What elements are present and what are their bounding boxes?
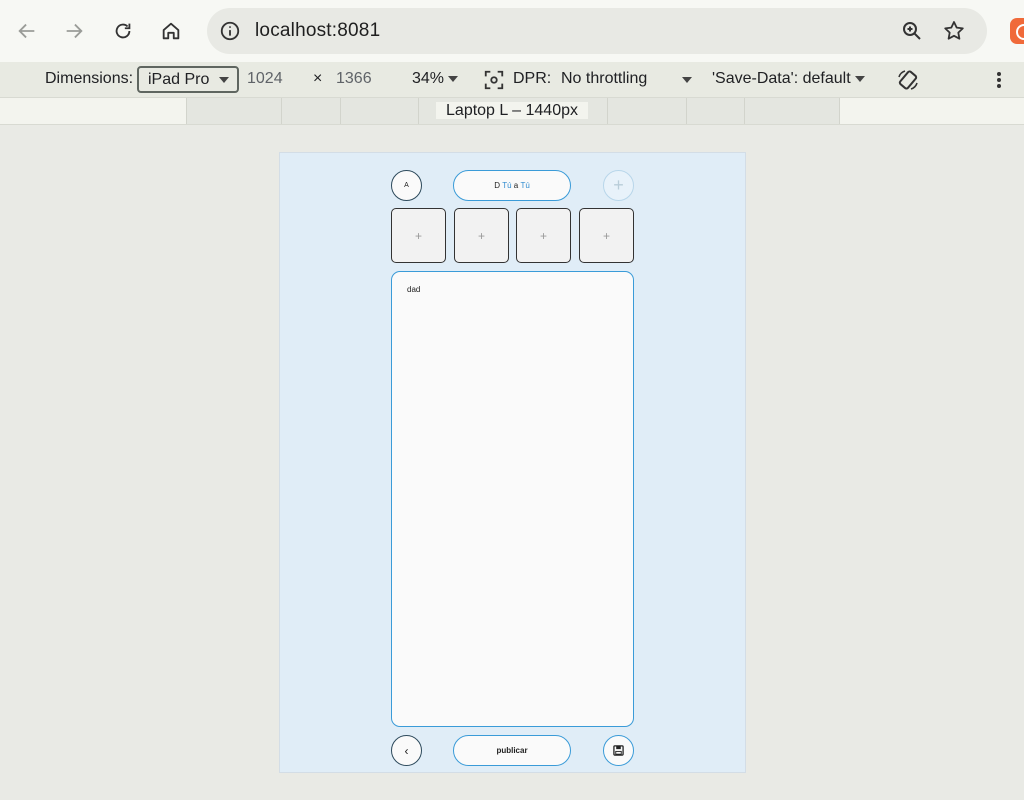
- title-from: Tú: [502, 181, 512, 190]
- throttling-value: No throttling: [561, 70, 648, 87]
- address-bar[interactable]: localhost:8081: [207, 8, 987, 54]
- media-query-ruler: Laptop L – 1440px: [0, 98, 1024, 125]
- plus-icon: +: [613, 175, 624, 195]
- dpr-label: DPR:: [513, 70, 552, 87]
- reload-icon: [115, 23, 131, 39]
- plus-icon: +: [477, 228, 485, 243]
- reload-button[interactable]: [108, 16, 138, 46]
- device-screen: A D Tú a Tú + + + + + dad ‹ publicar: [279, 152, 746, 773]
- device-select[interactable]: iPad Pro: [137, 66, 239, 93]
- url-text[interactable]: localhost:8081: [255, 20, 380, 42]
- editor-text: dad: [407, 285, 421, 294]
- throttling-select[interactable]: No throttling: [561, 70, 647, 88]
- times-icon: ×: [313, 70, 323, 87]
- save-data-select[interactable]: 'Save-Data': default: [712, 70, 866, 88]
- post-text-editor[interactable]: dad: [391, 271, 634, 727]
- height-input[interactable]: 1366: [336, 70, 372, 88]
- media-slot-1[interactable]: +: [391, 208, 446, 263]
- publish-label: publicar: [496, 746, 528, 755]
- star-icon[interactable]: [942, 19, 966, 43]
- add-button[interactable]: +: [603, 170, 634, 201]
- title-prefix: D: [494, 181, 500, 190]
- home-icon: [162, 22, 180, 40]
- chevron-down-icon: [855, 75, 866, 82]
- browser-toolbar: localhost:8081: [0, 0, 1024, 62]
- media-slot-4[interactable]: +: [579, 208, 634, 263]
- extension-icon[interactable]: [1010, 18, 1024, 44]
- title-to: Tú: [520, 181, 530, 190]
- floppy-disk-icon: [613, 745, 624, 756]
- device-toolbar: Dimensions: iPad Pro 1024 × 1366 34% DPR…: [0, 62, 1024, 98]
- plus-icon: +: [602, 228, 610, 243]
- forward-button[interactable]: [59, 16, 89, 46]
- viewport: A D Tú a Tú + + + + + dad ‹ publicar: [0, 125, 1024, 800]
- save-data-value: 'Save-Data': default: [712, 70, 851, 87]
- screenshot-icon[interactable]: [483, 69, 505, 91]
- breakpoint-label: Laptop L – 1440px: [0, 102, 1024, 120]
- avatar-button[interactable]: A: [391, 170, 422, 201]
- media-slot-2[interactable]: +: [454, 208, 509, 263]
- chevron-left-icon: ‹: [404, 743, 409, 758]
- back-button[interactable]: ‹: [391, 735, 422, 766]
- chevron-down-icon: [219, 77, 229, 83]
- width-input[interactable]: 1024: [247, 70, 283, 88]
- plus-icon: +: [539, 228, 547, 243]
- publish-button[interactable]: publicar: [453, 735, 571, 766]
- title-separator: a: [513, 181, 519, 190]
- avatar-letter: A: [404, 182, 409, 189]
- more-options-icon[interactable]: [996, 71, 1002, 89]
- zoom-select[interactable]: 34%: [412, 70, 459, 88]
- zoom-value: 34%: [412, 70, 445, 87]
- zoom-icon[interactable]: [900, 19, 924, 43]
- device-select-value: iPad Pro: [148, 71, 210, 88]
- info-icon[interactable]: [219, 20, 241, 42]
- chevron-down-icon[interactable]: [682, 77, 692, 83]
- conversation-title-pill[interactable]: D Tú a Tú: [453, 170, 571, 201]
- back-button[interactable]: [12, 16, 42, 46]
- dimensions-label: Dimensions:: [45, 70, 134, 87]
- plus-icon: +: [414, 228, 422, 243]
- media-slot-3[interactable]: +: [516, 208, 571, 263]
- arrow-right-icon: [66, 23, 83, 39]
- chevron-down-icon: [448, 75, 459, 82]
- arrow-left-icon: [18, 23, 35, 39]
- save-button[interactable]: [603, 735, 634, 766]
- rotate-icon[interactable]: [896, 68, 920, 92]
- home-button[interactable]: [156, 16, 186, 46]
